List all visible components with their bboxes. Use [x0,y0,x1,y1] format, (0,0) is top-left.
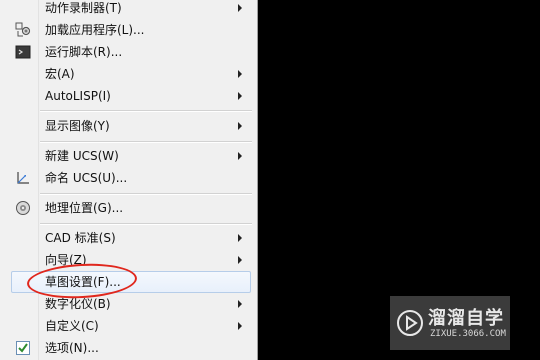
menu-item-label: 选项(N)... [45,341,99,355]
checkmark-icon [15,340,31,356]
menu-item-geographic-location[interactable]: 地理位置(G)... [0,197,257,219]
menu-item-label: CAD 标准(S) [45,231,116,245]
menu-item-run-script[interactable]: 运行脚本(R)... [0,41,257,63]
submenu-arrow-icon [238,92,242,100]
menu-item-label: 自定义(C) [45,319,99,333]
globe-location-icon [15,200,31,216]
menu-item-label: 动作录制器(T) [45,1,122,15]
menu-item-wizards[interactable]: 向导(Z) [0,249,257,271]
menu-item-cad-standards[interactable]: CAD 标准(S) [0,227,257,249]
submenu-arrow-icon [238,300,242,308]
menu-separator [40,141,252,143]
menu-item-named-ucs[interactable]: 命名 UCS(U)... [0,167,257,189]
menu-item-label: 命名 UCS(U)... [45,171,128,185]
menu-item-label: 数字化仪(B) [45,297,111,311]
submenu-arrow-icon [238,256,242,264]
submenu-arrow-icon [238,152,242,160]
menu-item-customize[interactable]: 自定义(C) [0,315,257,337]
menu-separator [40,193,252,195]
menu-item-label: 新建 UCS(W) [45,149,119,163]
menu-item-label: 加载应用程序(L)... [45,23,145,37]
watermark-brand: 溜溜自学 [428,308,504,329]
submenu-arrow-icon [238,70,242,78]
menu-item-new-ucs[interactable]: 新建 UCS(W) [0,145,257,167]
menu-item-label: AutoLISP(I) [45,89,111,103]
run-script-icon [15,44,31,60]
menu-item-autolisp[interactable]: AutoLISP(I) [0,85,257,107]
menu-item-display-image[interactable]: 显示图像(Y) [0,115,257,137]
submenu-arrow-icon [238,122,242,130]
watermark: 溜溜自学 ZIXUE.3066.COM [390,296,510,350]
submenu-arrow-icon [238,322,242,330]
menu-item-digitizer[interactable]: 数字化仪(B) [0,293,257,315]
play-logo-icon [396,309,424,337]
menu-separator [40,223,252,225]
menu-item-label: 运行脚本(R)... [45,45,123,59]
watermark-domain: ZIXUE.3066.COM [430,329,506,339]
menu-item-label: 显示图像(Y) [45,119,110,133]
menu-item-load-application[interactable]: 加载应用程序(L)... [0,19,257,41]
menu-item-options[interactable]: 选项(N)... [0,337,257,359]
menu-item-action-recorder[interactable]: 动作录制器(T) [0,0,257,19]
submenu-arrow-icon [238,234,242,242]
submenu-arrow-icon [238,4,242,12]
tools-dropdown-menu: 动作录制器(T) 加载应用程序(L)... 运行脚本(R)... 宏(A) Au… [0,0,258,360]
menu-separator [40,110,252,112]
load-application-icon [15,22,31,38]
menu-item-macro[interactable]: 宏(A) [0,63,257,85]
menu-item-label: 地理位置(G)... [45,201,124,215]
menu-item-label: 宏(A) [45,67,75,81]
ucs-axes-icon [15,170,31,186]
